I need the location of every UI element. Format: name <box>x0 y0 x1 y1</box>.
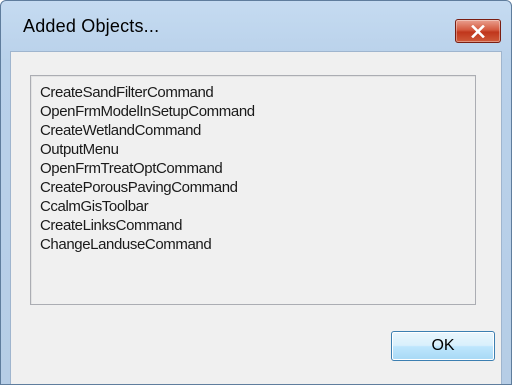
close-icon <box>471 24 485 38</box>
dialog-window: Added Objects... CreateSandFilterCommand… <box>0 0 512 385</box>
list-item[interactable]: OpenFrmModelInSetupCommand <box>40 102 475 121</box>
added-objects-list[interactable]: CreateSandFilterCommand OpenFrmModelInSe… <box>30 75 476 305</box>
list-item[interactable]: CreatePorousPavingCommand <box>40 178 475 197</box>
list-item[interactable]: OutputMenu <box>40 140 475 159</box>
close-button[interactable] <box>455 19 501 43</box>
list-item[interactable]: CreateLinksCommand <box>40 216 475 235</box>
list-item[interactable]: CreateSandFilterCommand <box>40 83 475 102</box>
title-bar[interactable]: Added Objects... <box>1 1 511 51</box>
list-item[interactable]: ChangeLanduseCommand <box>40 235 475 254</box>
window-title: Added Objects... <box>23 16 160 36</box>
ok-button[interactable]: OK <box>391 331 495 361</box>
list-item[interactable]: CreateWetlandCommand <box>40 121 475 140</box>
dialog-client-area: CreateSandFilterCommand OpenFrmModelInSe… <box>10 51 502 384</box>
list-item[interactable]: OpenFrmTreatOptCommand <box>40 159 475 178</box>
list-item[interactable]: CcalmGisToolbar <box>40 197 475 216</box>
